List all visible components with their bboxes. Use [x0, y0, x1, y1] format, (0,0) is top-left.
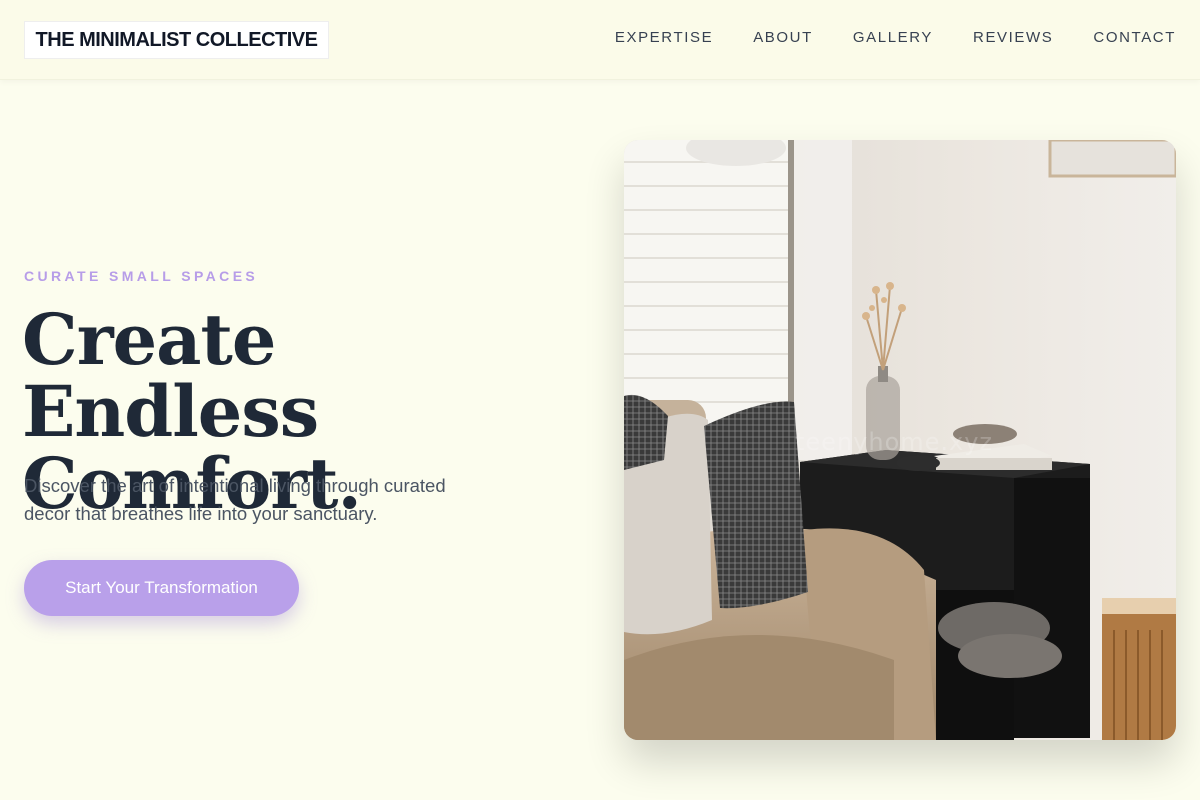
nav-link-expertise[interactable]: EXPERTISE: [615, 28, 713, 48]
hero-image: teenyhome.xyz: [624, 140, 1176, 740]
hero-headline-line1: Create Endless: [22, 298, 319, 453]
main-nav: EXPERTISE ABOUT GALLERY REVIEWS CONTACT: [615, 28, 1176, 48]
image-watermark: teenyhome.xyz: [795, 428, 994, 456]
hero-eyebrow: CURATE SMALL SPACES: [24, 268, 259, 284]
site-logo[interactable]: THE MINIMALIST COLLECTIVE: [24, 21, 329, 59]
nav-link-about[interactable]: ABOUT: [753, 28, 813, 48]
nav-link-contact[interactable]: CONTACT: [1093, 28, 1176, 48]
start-transformation-button[interactable]: Start Your Transformation: [24, 560, 299, 616]
nav-link-gallery[interactable]: GALLERY: [853, 28, 933, 48]
nav-link-reviews[interactable]: REVIEWS: [973, 28, 1053, 48]
site-header: THE MINIMALIST COLLECTIVE EXPERTISE ABOU…: [0, 0, 1200, 80]
hero-subtext: Discover the art of intentional living t…: [24, 475, 446, 524]
